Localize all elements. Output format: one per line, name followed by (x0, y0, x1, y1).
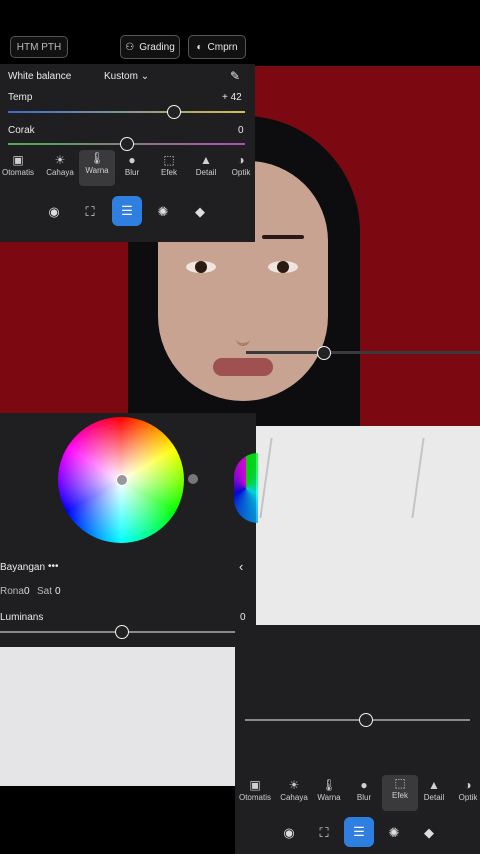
tab-blur-bottom[interactable]: ● Blur (346, 777, 382, 802)
light-icon: ☀ (54, 153, 66, 167)
detail-icon: ▲ (200, 153, 212, 167)
hue-label: Rona (0, 586, 24, 597)
tab-otomatis[interactable]: ▣ Otomatis (0, 152, 36, 177)
grading-button[interactable]: ⚇ Grading (120, 35, 180, 59)
grading-region-label: Bayangan (0, 562, 46, 573)
lips (213, 358, 273, 376)
tint-slider-knob[interactable] (120, 137, 134, 151)
wheel-luminance-dot[interactable] (188, 474, 198, 484)
tab-label: Optik (231, 168, 251, 177)
nose (236, 303, 250, 346)
shirt-collar (259, 438, 425, 518)
hue-value: 0 (24, 586, 30, 597)
auto-icon: ▣ (12, 153, 24, 167)
right-eye (268, 261, 298, 273)
compare-button[interactable]: ◐ Cmprn (188, 35, 246, 59)
luminance-label: Luminans (0, 612, 44, 623)
more-icon[interactable]: ••• (48, 561, 59, 572)
tab-efek[interactable]: ⬚ Efek (151, 152, 187, 177)
right-brow (262, 235, 304, 239)
preset-icon[interactable]: ◆ (415, 819, 443, 847)
tab-otomatis-bottom[interactable]: ▣ Otomatis (237, 777, 273, 802)
tab-cahaya[interactable]: ☀ Cahaya (42, 152, 78, 177)
overlay-slider-knob[interactable] (317, 346, 331, 360)
temp-slider[interactable] (8, 111, 245, 113)
temp-label: Temp (8, 92, 33, 103)
optics-icon: ◑ (237, 153, 245, 167)
color-wheel-handle[interactable] (116, 474, 128, 486)
tab-label: Warna (85, 166, 109, 175)
effects-icon: ⬚ (163, 153, 175, 167)
left-eye (186, 261, 216, 273)
chevron-down-icon: ⌄ (140, 71, 150, 82)
compare-label: Cmprn (207, 41, 238, 53)
tool-row-top: ◉ ⛶ ☰ ✺ ◆ (0, 192, 235, 242)
tab-label: Optik (458, 793, 478, 802)
bottom-slider-knob[interactable] (359, 713, 373, 727)
blur-icon: ● (360, 778, 368, 792)
compare-icon: ◐ (196, 41, 203, 53)
tab-label: Detail (195, 168, 217, 177)
detail-icon: ▲ (428, 778, 440, 792)
preset-icon[interactable]: ◆ (186, 198, 214, 226)
sat-value: 0 (55, 586, 61, 597)
adjust-icon[interactable]: ☰ (344, 817, 374, 847)
tab-label: Blur (356, 793, 372, 802)
sat-label: Sat (37, 586, 53, 597)
tab-detail-bottom[interactable]: ▲ Detail (416, 777, 452, 802)
white-balance-value: Kustom (104, 71, 138, 82)
crop-icon[interactable]: ⛶ (76, 198, 104, 226)
heal-icon[interactable]: ◉ (40, 198, 68, 226)
auto-icon: ▣ (249, 778, 261, 792)
html-path-button[interactable]: HTM PTH (10, 36, 68, 58)
tint-label: Corak (8, 125, 35, 136)
tab-label: Cahaya (280, 793, 308, 802)
tab-label: Otomatis (238, 793, 271, 802)
tab-label: Detail (423, 793, 445, 802)
tab-label: Blur (124, 168, 140, 177)
tab-detail[interactable]: ▲ Detail (188, 152, 224, 177)
shirt-crop (0, 646, 235, 786)
heal-icon[interactable]: ◉ (275, 819, 303, 847)
blur-icon: ● (128, 153, 136, 167)
tab-warna[interactable]: 🌡 Warna (79, 150, 115, 186)
tab-blur[interactable]: ● Blur (114, 152, 150, 177)
tab-label: Efek (160, 168, 177, 177)
white-balance-dropdown[interactable]: Kustom ⌄ (104, 71, 149, 82)
luminance-slider-knob[interactable] (115, 625, 129, 639)
tab-optik[interactable]: ◑ Optik (223, 152, 259, 177)
html-path-label: HTM PTH (16, 41, 62, 53)
next-color-wheel[interactable] (234, 453, 258, 523)
tab-optik-bottom[interactable]: ◑ Optik (450, 777, 480, 802)
tab-efek-bottom[interactable]: ⬚ Efek (382, 775, 418, 811)
tab-label: Otomatis (1, 168, 34, 177)
tab-label: Warna (317, 793, 341, 802)
tab-label: Efek (391, 791, 408, 800)
luminance-value: 0 (240, 612, 246, 623)
tint-value: 0 (238, 125, 244, 136)
effects-icon: ⬚ (394, 776, 406, 790)
adjust-icon[interactable]: ☰ (112, 196, 142, 226)
grading-icon: ⚇ (125, 41, 135, 53)
temp-slider-knob[interactable] (167, 105, 181, 119)
color-icon: 🌡 (89, 151, 105, 165)
white-balance-label: White balance (8, 71, 72, 82)
bottom-panel: ▣ Otomatis ☀ Cahaya 🌡 Warna ● Blur ⬚ Efek ▲ De… (235, 625, 480, 854)
overlay-slider-track[interactable] (246, 351, 480, 354)
color-grading-panel: Bayangan ••• ‹ Rona 0 Sat 0 Luminans 0 (0, 413, 258, 647)
tab-cahaya-bottom[interactable]: ☀ Cahaya (276, 777, 312, 802)
chevron-left-icon[interactable]: ‹ (239, 559, 243, 574)
temp-value: + 42 (222, 92, 242, 103)
grading-label: Grading (139, 41, 175, 53)
eyedropper-icon[interactable]: ✎ (230, 69, 240, 83)
tab-label: Cahaya (46, 168, 74, 177)
optics-icon: ◑ (464, 778, 472, 792)
mask-icon[interactable]: ✺ (380, 819, 408, 847)
crop-icon[interactable]: ⛶ (310, 819, 338, 847)
light-icon: ☀ (288, 778, 300, 792)
bottom-slider[interactable] (245, 719, 470, 721)
color-icon: 🌡 (321, 778, 337, 792)
mask-icon[interactable]: ✺ (149, 198, 177, 226)
tab-warna-bottom[interactable]: 🌡 Warna (311, 777, 347, 802)
